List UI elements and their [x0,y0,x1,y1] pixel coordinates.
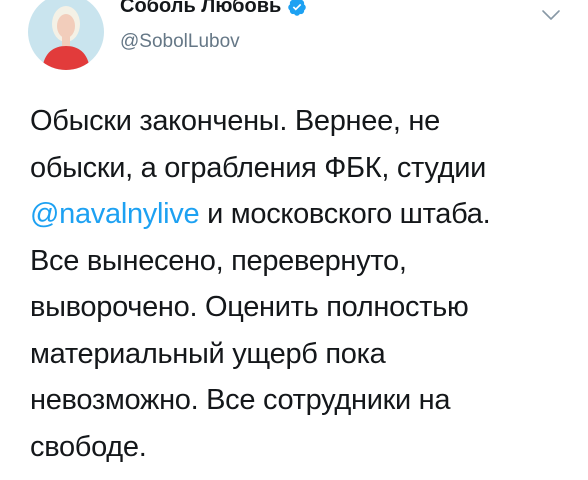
chevron-down-icon[interactable] [541,8,561,22]
tweet-line-text: и московского штаба. [199,198,491,230]
tweet-line: невозможно. Все сотрудники на [30,384,451,416]
display-name-text: Соболь Любовь [120,0,282,17]
tweet-line: Все вынесено, перевернуто, [30,244,407,277]
tweet-line: выворочено. Оценить полностью [30,291,469,323]
tweet-line: обыски, а ограбления ФБК, студии [30,151,487,184]
verified-badge-icon [287,0,307,17]
avatar-image [28,0,104,70]
tweet-line: @navalnylive и московского штаба. [30,191,575,238]
tweet-line: материальный ущерб пока [30,337,386,370]
author-handle[interactable]: @SobolLubov [120,31,240,53]
mention-link[interactable]: @navalnylive [30,198,200,230]
tweet-card: Соболь Любовь @SobolLubov Обыски законче… [0,0,588,480]
tweet-line: Обыски закончены. Вернее, не [30,105,440,137]
author-display-name[interactable]: Соболь Любовь [120,0,307,18]
tweet-text: Обыски закончены. Вернее, не обыски, а о… [30,98,575,470]
avatar[interactable] [28,0,104,70]
tweet-line: свободе. [30,430,147,463]
